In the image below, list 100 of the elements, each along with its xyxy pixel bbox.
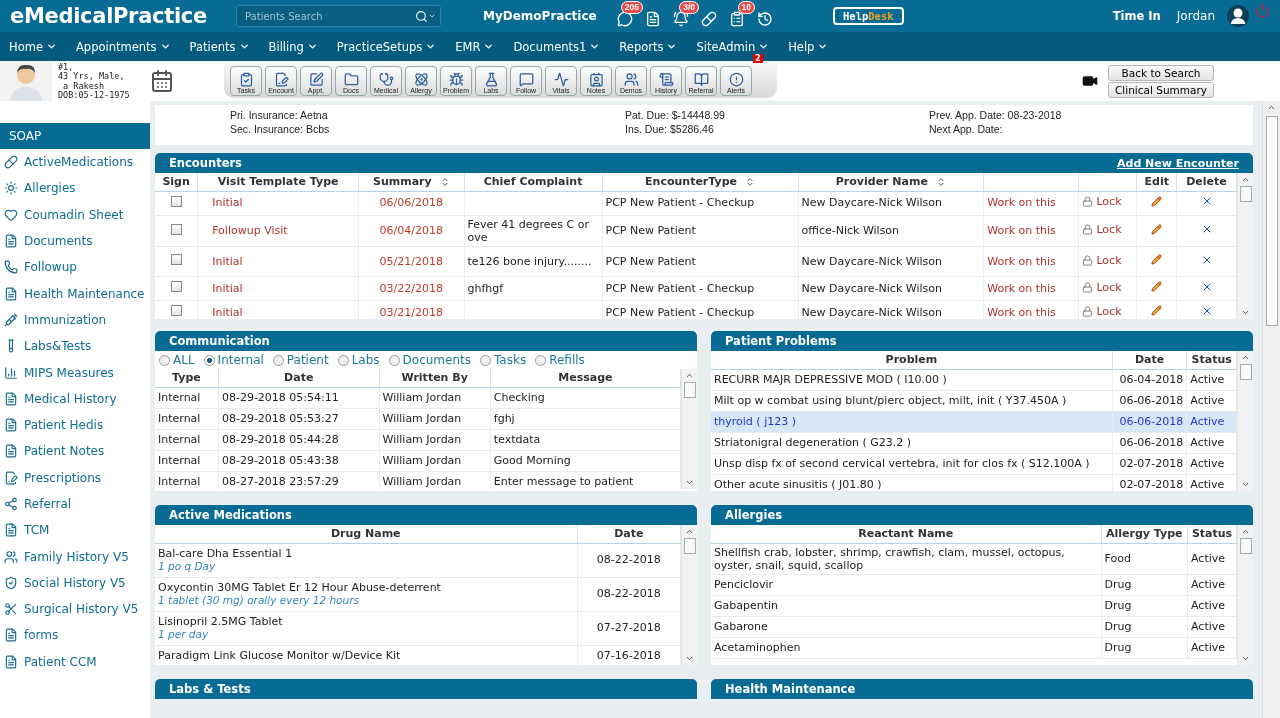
work-link[interactable]: Work on this	[987, 305, 1056, 319]
nav-menu[interactable]: Appointments	[75, 39, 190, 54]
nav-menu[interactable]: Documents1	[513, 39, 620, 54]
sidebar-item[interactable]: Surgical History V5	[0, 596, 150, 623]
scroll-thumb[interactable]	[683, 538, 696, 554]
table-cell: Initial	[212, 281, 243, 295]
search-icon[interactable]	[415, 9, 428, 23]
lock-button[interactable]: Lock	[1082, 304, 1122, 318]
work-link[interactable]: Work on this	[987, 224, 1056, 238]
edit-button[interactable]	[1151, 223, 1163, 235]
scroll-thumb[interactable]	[1265, 116, 1278, 326]
scrollbar[interactable]	[1237, 351, 1253, 491]
filter-radio[interactable]: Patient	[272, 353, 329, 367]
checkbox[interactable]	[170, 305, 182, 317]
sidebar-item[interactable]: Health Maintenance	[0, 280, 150, 307]
column-header[interactable]: Provider Name	[835, 175, 946, 189]
sidebar-item[interactable]: Allergies	[0, 175, 150, 202]
sidebar-item[interactable]: MIPS Measures	[0, 359, 150, 386]
notification-button[interactable]: 10	[727, 1, 755, 31]
problem-row[interactable]: thyroid ( j123 ) 06-06-2018 Active	[711, 411, 1237, 432]
column-header[interactable]: Summary	[372, 175, 450, 189]
edit-button[interactable]	[1151, 281, 1163, 293]
notification-button[interactable]: 3/0	[671, 1, 699, 31]
scroll-thumb[interactable]	[1239, 538, 1252, 554]
problem-row[interactable]: Striatonigral degeneration ( G23.2 ) 06-06-2018 Active	[711, 432, 1237, 453]
filter-radio[interactable]: Refills	[535, 353, 585, 367]
work-link[interactable]: Work on this	[987, 196, 1056, 210]
checkbox[interactable]	[170, 195, 182, 207]
notification-button[interactable]: 205	[615, 1, 643, 31]
search-input[interactable]: Patients Search	[243, 9, 415, 23]
problem-row[interactable]: Unsp disp fx of second cervical vertebra, init for clos fx ( S12.100A ) 02-07-2018 Active	[711, 453, 1237, 474]
sidebar-item[interactable]: Medical History	[0, 385, 150, 412]
search-field[interactable]: Patients Search	[236, 5, 441, 27]
caret-up-icon	[1241, 175, 1250, 184]
sidebar-item[interactable]: TCM	[0, 517, 150, 544]
checkbox[interactable]	[170, 254, 182, 266]
helpdesk-button[interactable]: HelpDesk	[833, 7, 904, 25]
edit-button[interactable]	[1151, 305, 1163, 317]
column-header[interactable]: EncounterType	[645, 175, 755, 189]
video-icon[interactable]	[1082, 73, 1098, 89]
calendar-icon[interactable]	[150, 69, 174, 93]
lock-button[interactable]: Lock	[1082, 253, 1122, 267]
lock-icon	[1082, 305, 1094, 317]
sidebar-item[interactable]: Prescriptions	[0, 464, 150, 491]
sidebar-item[interactable]: Social History V5	[0, 569, 150, 597]
sidebar-item[interactable]: Family History V5	[0, 543, 150, 570]
problem-row[interactable]: Milt op w combat using blunt/pierc object, milt, init ( Y37.450A ) 06-06-2018 Active	[711, 390, 1237, 411]
nav-menu[interactable]: Reports	[619, 39, 697, 54]
scroll-thumb[interactable]	[1239, 364, 1252, 380]
bar-chart-icon	[4, 365, 18, 380]
sidebar-item[interactable]: Patient Notes	[0, 438, 150, 465]
user-avatar[interactable]	[1227, 5, 1249, 27]
sidebar-item[interactable]: Documents	[0, 227, 150, 255]
filter-radio[interactable]: Internal	[203, 353, 264, 367]
edit-button[interactable]	[1151, 195, 1163, 207]
problem-row[interactable]: RECURR MAJR DEPRESSIVE MOD ( I10.00 ) 06-04-2018 Active	[711, 369, 1237, 390]
add-encounter-link[interactable]: Add New Encounter	[1117, 156, 1239, 170]
scrollbar[interactable]	[1237, 525, 1253, 665]
lock-button[interactable]: Lock	[1082, 195, 1122, 209]
scrollbar[interactable]	[681, 525, 697, 665]
work-link[interactable]: Work on this	[987, 281, 1056, 295]
time-in-link[interactable]: Time In	[1112, 9, 1161, 23]
checkbox[interactable]	[170, 281, 182, 293]
sidebar-item[interactable]: Labs&Tests	[0, 333, 150, 360]
nav-menu[interactable]: PracticeSetups	[336, 39, 456, 54]
checkbox[interactable]	[170, 223, 182, 235]
scrollbar[interactable]	[681, 369, 697, 489]
lock-button[interactable]: Lock	[1082, 280, 1122, 294]
sort-icon	[935, 176, 946, 187]
sidebar-item[interactable]: Patient Hedis	[0, 411, 150, 439]
caret-icon[interactable]	[428, 12, 436, 20]
nav-menu[interactable]: Home	[9, 39, 76, 54]
action-button[interactable]: Back to Search	[1108, 64, 1214, 81]
filter-radio[interactable]: Tasks	[480, 353, 527, 367]
sidebar-item[interactable]: Patient CCM	[0, 648, 150, 675]
action-button[interactable]: Clinical Summary	[1108, 81, 1214, 98]
work-link[interactable]: Work on this	[987, 254, 1056, 268]
sidebar-item[interactable]: ActiveMedications	[0, 149, 150, 176]
sidebar-item[interactable]: Immunization	[0, 306, 150, 334]
sidebar-item[interactable]: forms	[0, 622, 150, 649]
edit-button[interactable]	[1151, 254, 1163, 266]
scrollbar[interactable]	[1237, 173, 1253, 319]
nav-menu[interactable]: Billing	[268, 39, 337, 54]
scroll-thumb[interactable]	[1239, 186, 1252, 202]
filter-radio[interactable]: Labs	[337, 353, 380, 367]
page-scrollbar[interactable]	[1262, 101, 1280, 718]
filter-radio[interactable]: Documents	[388, 353, 471, 367]
nav-menu[interactable]: Help	[788, 39, 848, 54]
table-cell: 06-04-2018	[1119, 372, 1184, 386]
nav-menu[interactable]: SiteAdmin	[696, 39, 789, 54]
chat-icon	[518, 72, 534, 87]
sidebar-item[interactable]: Followup	[0, 254, 150, 281]
scroll-thumb[interactable]	[683, 382, 696, 398]
nav-menu[interactable]: EMR	[455, 39, 514, 54]
table-cell: Initial	[212, 196, 243, 210]
lock-button[interactable]: Lock	[1082, 223, 1122, 237]
filter-radio[interactable]: ALL	[159, 353, 195, 367]
nav-menu[interactable]: Patients	[189, 39, 269, 54]
sidebar-item[interactable]: Referral	[0, 490, 150, 518]
sidebar-item[interactable]: Coumadin Sheet	[0, 201, 150, 228]
